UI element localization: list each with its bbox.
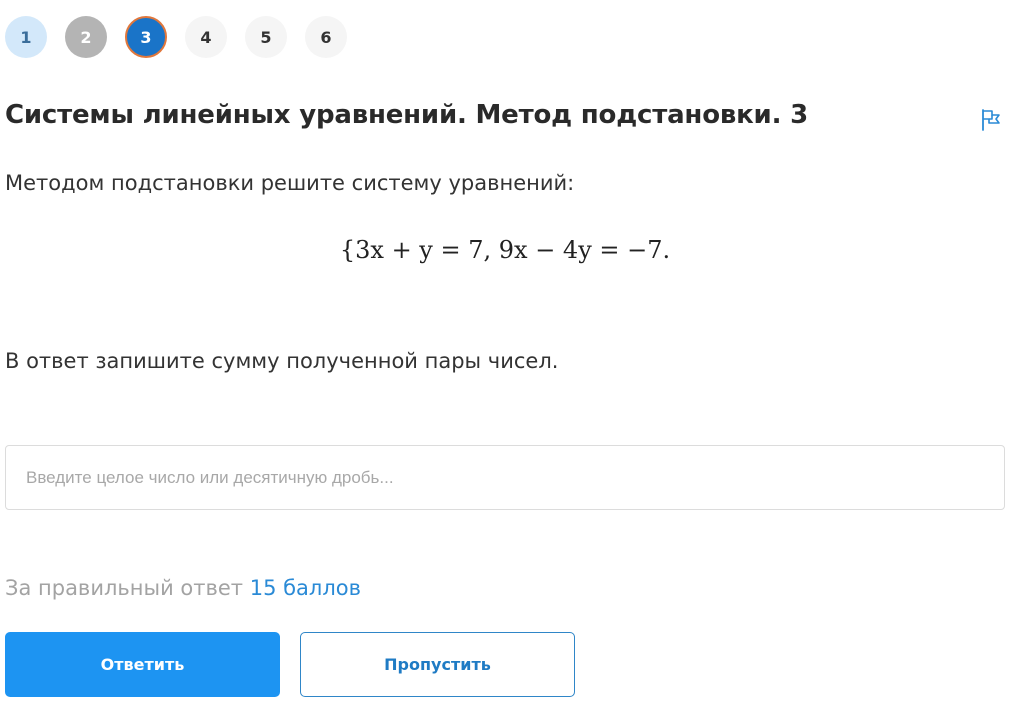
task-title: Системы линейных уравнений. Метод подста… bbox=[5, 100, 808, 130]
points-amount: 15 баллов bbox=[249, 576, 361, 600]
submit-button[interactable]: Ответить bbox=[5, 632, 280, 697]
step-3[interactable]: 3 bbox=[125, 16, 167, 58]
step-5[interactable]: 5 bbox=[245, 16, 287, 58]
step-1[interactable]: 1 bbox=[5, 16, 47, 58]
step-navigation: 1 2 3 4 5 6 bbox=[5, 16, 347, 58]
equation: {3x + y = 7, 9x − 4y = −7. bbox=[339, 236, 671, 264]
task-page: 1 2 3 4 5 6 Системы линейных уравнений. … bbox=[0, 0, 1019, 716]
step-2[interactable]: 2 bbox=[65, 16, 107, 58]
skip-button[interactable]: Пропустить bbox=[300, 632, 575, 697]
points-info: За правильный ответ 15 баллов bbox=[5, 576, 361, 600]
task-instruction: В ответ запишите сумму полученной пары ч… bbox=[5, 349, 559, 373]
report-flag-button[interactable] bbox=[980, 108, 1002, 132]
step-6[interactable]: 6 bbox=[305, 16, 347, 58]
task-prompt: Методом подстановки решите систему уравн… bbox=[5, 171, 575, 195]
step-4[interactable]: 4 bbox=[185, 16, 227, 58]
points-prefix: За правильный ответ bbox=[5, 576, 244, 600]
answer-input[interactable] bbox=[5, 445, 1005, 510]
flag-icon bbox=[982, 109, 1000, 131]
